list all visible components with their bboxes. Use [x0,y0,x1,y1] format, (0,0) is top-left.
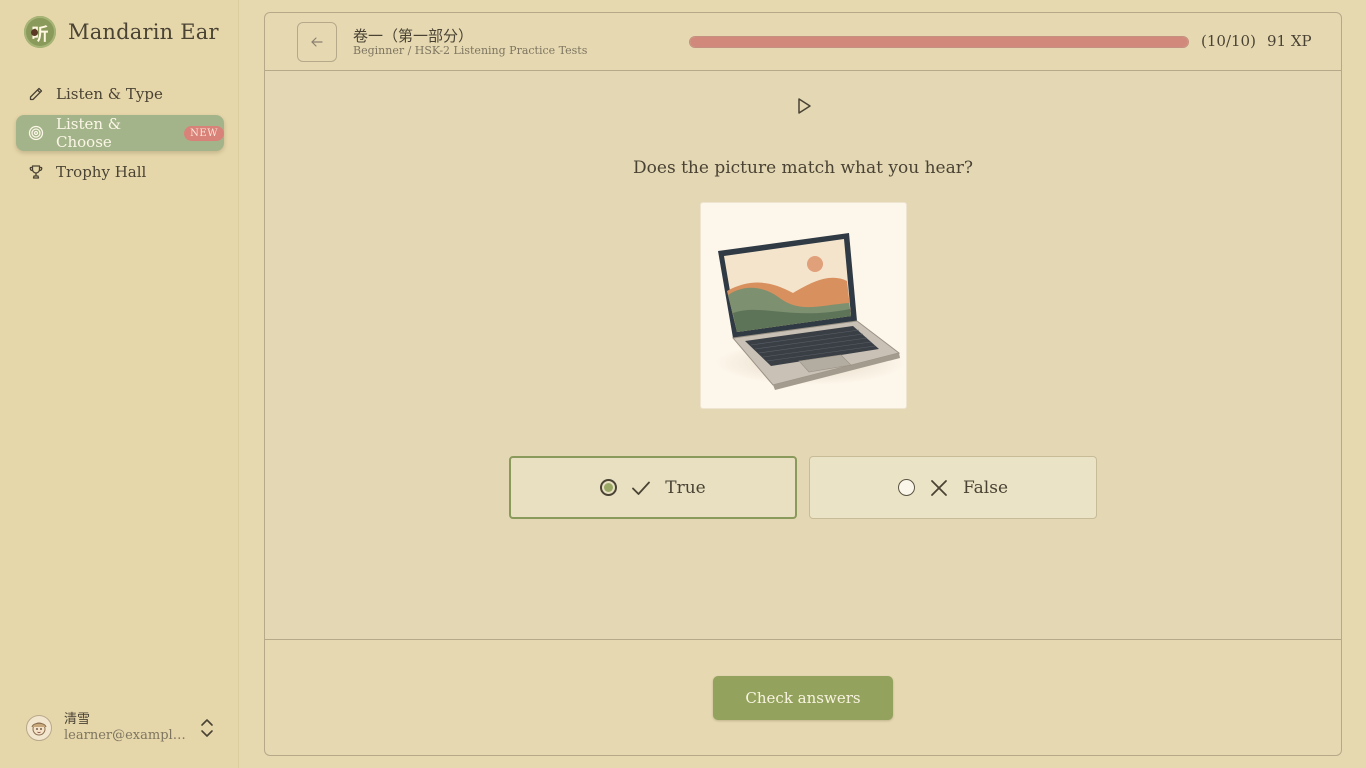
brand[interactable]: 听 Mandarin Ear [24,16,219,48]
back-button[interactable] [297,22,337,62]
pencil-icon [28,86,44,102]
option-label: True [665,477,706,498]
check-icon [632,481,651,495]
test-title: 卷一（第一部分） [353,27,474,45]
app-logo-icon: 听 [24,16,56,48]
user-email: learner@example.... [64,728,186,743]
breadcrumb: Beginner / HSK-2 Listening Practice Test… [353,44,588,57]
quiz-footer: Check answers [265,641,1341,757]
chevron-up-down-icon[interactable] [200,718,214,738]
trophy-icon [28,164,44,180]
user-menu[interactable]: 清雪 learner@example.... [26,712,218,744]
new-badge: NEW [184,125,224,141]
sidebar-item-label: Listen & Type [56,85,163,103]
quiz-panel: 卷一（第一部分） Beginner / HSK-2 Listening Prac… [264,12,1342,756]
radio-false[interactable] [898,479,915,496]
sidebar-item-trophy-hall[interactable]: Trophy Hall [16,154,224,190]
sidebar-item-listen-choose[interactable]: Listen & Choose NEW [16,115,224,151]
sidebar-item-label: Listen & Choose [56,115,122,151]
xp-counter: 91 XP [1267,32,1312,50]
quiz-header: 卷一（第一部分） Beginner / HSK-2 Listening Prac… [265,13,1341,71]
play-icon [798,98,811,114]
sidebar: 听 Mandarin Ear Listen & Type Listen & Ch… [0,0,239,768]
sidebar-item-listen-type[interactable]: Listen & Type [16,76,224,112]
option-true[interactable]: True [509,456,797,519]
user-name: 清雪 [64,712,91,727]
sidebar-nav: Listen & Type Listen & Choose NEW Trophy… [16,76,224,193]
progress-count: (10/10) [1201,32,1256,50]
question-prompt: Does the picture match what you hear? [633,158,973,178]
avatar [26,715,52,741]
laptop-illustration [701,203,906,408]
radio-true[interactable] [600,479,618,496]
sidebar-item-label: Trophy Hall [56,163,147,181]
progress-bar [689,36,1189,48]
progress-fill [690,37,1188,47]
arrow-left-icon [311,37,323,47]
option-label: False [963,477,1008,498]
check-answers-button[interactable]: Check answers [713,676,893,720]
play-audio-button[interactable] [793,95,815,117]
app-name: Mandarin Ear [68,20,219,44]
option-false[interactable]: False [809,456,1097,519]
target-icon [28,125,44,141]
x-icon [931,479,947,496]
question-area: Does the picture match what you hear? Tr… [265,71,1341,640]
